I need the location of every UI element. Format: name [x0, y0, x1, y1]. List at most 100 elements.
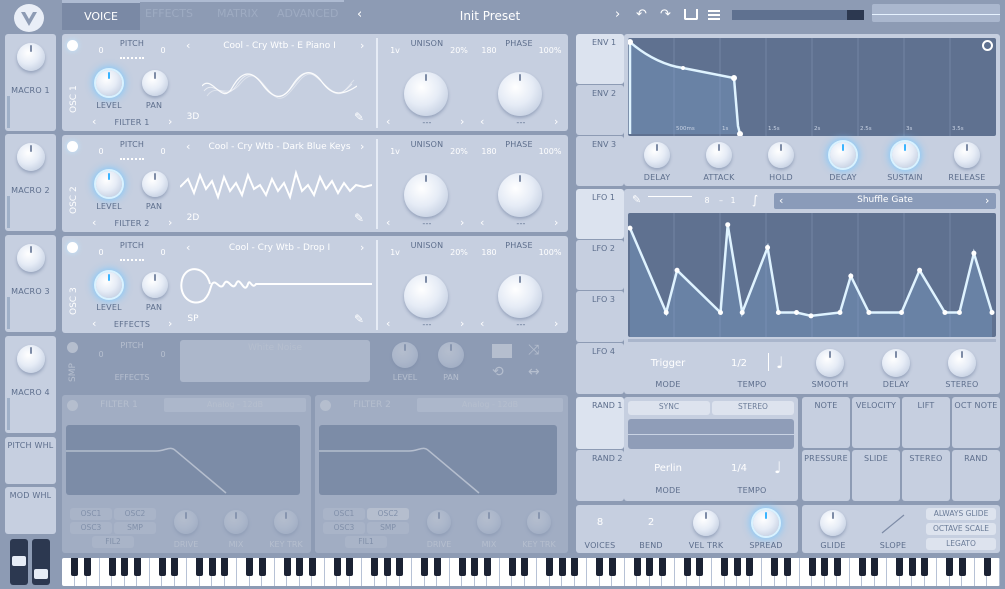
- env-delay-knob[interactable]: [644, 142, 670, 168]
- black-key[interactable]: [433, 558, 441, 576]
- black-key[interactable]: [396, 558, 404, 576]
- black-key[interactable]: [121, 558, 129, 576]
- lfo-point[interactable]: [989, 309, 995, 315]
- osc-2-unison-knob[interactable]: [404, 173, 448, 217]
- black-key[interactable]: [983, 558, 991, 576]
- osc-3-mode[interactable]: SP: [184, 314, 202, 324]
- osc-2-dest-next-icon[interactable]: ›: [168, 217, 172, 228]
- filter-1-route[interactable]: FIL2: [92, 536, 134, 548]
- osc-2-unison-prev-icon[interactable]: ‹: [386, 217, 390, 228]
- bend-value[interactable]: 2: [639, 517, 663, 528]
- env-hold-knob[interactable]: [768, 142, 794, 168]
- lfo-point[interactable]: [718, 309, 723, 315]
- osc-3-phase-knob[interactable]: [498, 274, 542, 318]
- sample-source[interactable]: White Noise: [180, 340, 370, 353]
- tab-env-2[interactable]: ENV 2: [576, 85, 624, 135]
- osc-2-pitch-right[interactable]: 0: [158, 147, 168, 156]
- black-key[interactable]: [296, 558, 304, 576]
- sample-pitch-left[interactable]: 0: [96, 350, 106, 359]
- black-key[interactable]: [521, 558, 529, 576]
- filter-2-route[interactable]: FIL1: [345, 536, 387, 548]
- black-key[interactable]: [946, 558, 954, 576]
- black-key[interactable]: [421, 558, 429, 576]
- tab-matrix[interactable]: MATRIX: [217, 7, 267, 20]
- osc-3-pan-knob[interactable]: [142, 272, 168, 298]
- osc-1-dest-prev-icon[interactable]: ‹: [92, 116, 96, 127]
- lfo-grid-x[interactable]: 8: [702, 196, 712, 205]
- pitch-wheel[interactable]: [10, 539, 28, 585]
- mod-source-stereo[interactable]: STEREO: [902, 450, 950, 501]
- filter-1-osc2[interactable]: OSC2: [114, 508, 156, 520]
- filter-2-response-display[interactable]: [319, 425, 557, 495]
- osc-1-pitch-left[interactable]: 0: [96, 46, 106, 55]
- sample-level-knob[interactable]: [392, 342, 418, 368]
- black-key[interactable]: [833, 558, 841, 576]
- lfo-point[interactable]: [971, 250, 977, 256]
- black-key[interactable]: [683, 558, 691, 576]
- osc-1-wt-prev-icon[interactable]: ‹: [186, 40, 190, 51]
- black-key[interactable]: [508, 558, 516, 576]
- macro-2-knob[interactable]: [17, 143, 45, 171]
- black-key[interactable]: [546, 558, 554, 576]
- lfo-point[interactable]: [866, 309, 872, 315]
- osc-1-unison-value[interactable]: ---: [412, 118, 442, 127]
- lfo-preset-selector[interactable]: ‹ Shuffle Gate ›: [774, 193, 996, 209]
- osc-2-wavetable-name[interactable]: Cool - Cry Wtb - Dark Blue Keys: [197, 142, 362, 152]
- osc-1-phase-prev-icon[interactable]: ‹: [480, 116, 484, 127]
- lfo-smooth-icon[interactable]: [648, 196, 692, 204]
- black-key[interactable]: [633, 558, 641, 576]
- undo-icon[interactable]: ↶: [636, 7, 647, 22]
- osc-1-phase-mode[interactable]: ---: [506, 118, 536, 127]
- black-key[interactable]: [783, 558, 791, 576]
- filter-2-osc2[interactable]: OSC2: [367, 508, 409, 520]
- black-key[interactable]: [483, 558, 491, 576]
- tab-env-3[interactable]: ENV 3: [576, 136, 624, 186]
- tab-effects[interactable]: EFFECTS: [145, 7, 205, 20]
- osc-2-pitch-left[interactable]: 0: [96, 147, 106, 156]
- black-key[interactable]: [108, 558, 116, 576]
- black-key[interactable]: [133, 558, 141, 576]
- filter-1-mix-knob[interactable]: [224, 510, 248, 534]
- osc-3-level-knob[interactable]: [96, 272, 122, 298]
- osc-2-phase-value[interactable]: 180: [478, 147, 500, 156]
- osc-2-wt-next-icon[interactable]: ›: [360, 141, 364, 152]
- osc-1-unison-detune[interactable]: 20%: [447, 46, 471, 55]
- osc-3-dest-next-icon[interactable]: ›: [168, 318, 172, 329]
- filter-2-power[interactable]: [320, 400, 331, 411]
- osc-2-unison-voices[interactable]: 1v: [387, 147, 403, 156]
- lfo-curve-icon[interactable]: ∫: [752, 193, 758, 207]
- zoom-icon[interactable]: [982, 40, 993, 51]
- tab-lfo-1[interactable]: LFO 1: [576, 189, 624, 239]
- env-decay-knob[interactable]: [830, 142, 856, 168]
- osc-3-dest-prev-icon[interactable]: ‹: [92, 318, 96, 329]
- save-icon[interactable]: [684, 9, 698, 20]
- lfo-point[interactable]: [899, 309, 904, 315]
- filter-2-type[interactable]: Analog - 12dB: [417, 398, 563, 412]
- black-key[interactable]: [858, 558, 866, 576]
- rand-display[interactable]: [628, 419, 794, 449]
- lfo-graph[interactable]: [628, 213, 996, 337]
- lfo-tempo-value[interactable]: 1/2: [724, 358, 754, 369]
- filter-1-osc3[interactable]: OSC3: [70, 522, 112, 534]
- tab-rand-1[interactable]: RAND 1: [576, 397, 624, 449]
- osc-3-phase-mode[interactable]: ---: [506, 320, 536, 329]
- osc-3-pitch-right[interactable]: 0: [158, 248, 168, 257]
- lfo-point[interactable]: [725, 222, 731, 228]
- tab-lfo-4[interactable]: LFO 4: [576, 343, 624, 394]
- spread-knob[interactable]: [753, 510, 779, 536]
- osc-1-wavetable-name[interactable]: Cool - Cry Wtb - E Piano I: [197, 41, 362, 51]
- osc-2-pan-knob[interactable]: [142, 171, 168, 197]
- osc-3-unison-value[interactable]: ---: [412, 320, 442, 329]
- osc-2-phase-rand[interactable]: 100%: [536, 147, 564, 156]
- mod-source-pressure[interactable]: PRESSURE: [802, 450, 850, 501]
- osc-3-wt-next-icon[interactable]: ›: [360, 242, 364, 253]
- osc-3-pitch-left[interactable]: 0: [96, 248, 106, 257]
- filter-1-power[interactable]: [67, 400, 78, 411]
- sample-dest[interactable]: EFFECTS: [102, 373, 162, 382]
- tab-rand-2[interactable]: RAND 2: [576, 450, 624, 501]
- osc-2-power[interactable]: [67, 141, 78, 152]
- preset-name[interactable]: Init Preset: [380, 9, 600, 23]
- rand-tempo-sync-icon[interactable]: ♩: [774, 458, 782, 477]
- lfo-tempo-sync-icon[interactable]: ♩: [776, 353, 784, 372]
- osc-3-keytrack-icon[interactable]: [120, 256, 144, 261]
